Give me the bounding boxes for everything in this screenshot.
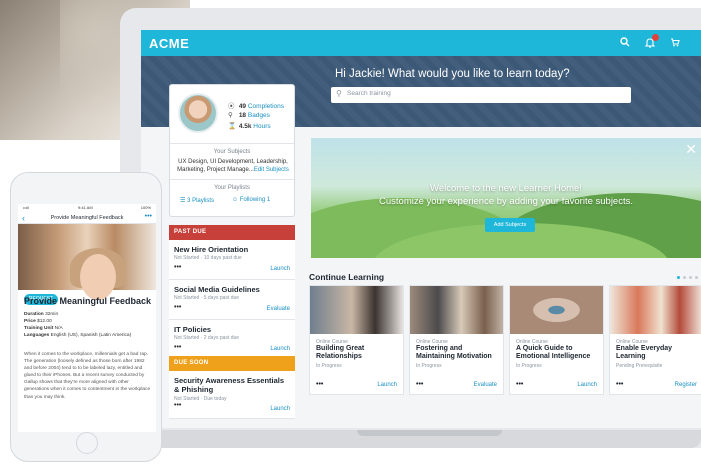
following-link[interactable]: ☺ Following 1 — [232, 197, 270, 203]
brand-logo[interactable]: ACME — [149, 36, 189, 51]
add-subjects-button[interactable]: Add Subjects — [485, 218, 535, 232]
register-button[interactable]: Register — [675, 382, 697, 388]
subjects-list: UX Design, UI Development, Leadership, M… — [177, 159, 289, 173]
past-due-item[interactable]: New Hire Orientation Not Started · 10 da… — [169, 240, 295, 280]
launch-button[interactable]: Launch — [377, 382, 397, 388]
avatar[interactable] — [178, 93, 218, 133]
pager-dot[interactable] — [689, 276, 692, 279]
more-options-icon[interactable]: ••• — [174, 402, 181, 409]
learner-home-screen: ACME Hi Jackie! What would you like to l… — [141, 30, 701, 428]
edit-subjects-link[interactable]: Edit Subjects — [254, 167, 289, 173]
past-due-header: PAST DUE — [169, 225, 295, 240]
welcome-banner: Welcome to the new Learner Home! Customi… — [311, 138, 701, 258]
top-navigation-bar: ACME — [141, 30, 701, 56]
signal-icon: •••ll — [23, 205, 29, 210]
phone-status-bar: •••ll 9:41 AM 100% — [18, 204, 156, 212]
more-options-icon[interactable]: ••• — [174, 264, 181, 271]
more-options-icon[interactable]: ••• — [616, 381, 623, 388]
more-options-icon[interactable]: ••• — [416, 381, 423, 388]
portrait-face — [80, 254, 116, 300]
launch-button[interactable]: Launch — [270, 406, 290, 412]
pager-dot[interactable] — [683, 276, 686, 279]
more-options-icon[interactable]: ••• — [174, 344, 181, 351]
search-icon[interactable] — [619, 37, 631, 49]
battery-level: 100% — [140, 205, 151, 210]
bell-icon[interactable] — [644, 34, 659, 49]
more-options-icon[interactable]: ••• — [174, 304, 181, 311]
more-options-icon[interactable]: ••• — [145, 213, 152, 220]
phone-nav-bar: ‹ Provide Meaningful Feedback ••• — [18, 212, 156, 224]
banner-subheading: Customize your experience by adding your… — [379, 196, 633, 207]
search-placeholder: Search training — [347, 90, 391, 97]
course-thumbnail — [510, 286, 603, 334]
more-options-icon[interactable]: ••• — [316, 381, 323, 388]
badge-icon: ⚲ — [228, 112, 233, 119]
evaluate-button[interactable]: Evaluate — [267, 306, 290, 312]
launch-button[interactable]: Launch — [270, 266, 290, 272]
course-hero-image: REQUEST — [18, 224, 156, 305]
launch-button[interactable]: Launch — [577, 382, 597, 388]
status-time: 9:41 AM — [78, 205, 93, 210]
course-thumbnail — [610, 286, 701, 334]
course-card[interactable]: Online Course Fostering and Maintaining … — [409, 285, 504, 395]
meta-price: Price $12.00 — [24, 319, 52, 324]
continue-learning-title: Continue Learning — [309, 272, 385, 282]
user-icon: ☺ — [232, 197, 239, 203]
due-soon-item[interactable]: Security Awareness Essentials & Phishing… — [169, 371, 295, 419]
launch-button[interactable]: Launch — [270, 346, 290, 352]
playlists-link[interactable]: ☰ 3 Playlists — [180, 197, 214, 204]
check-circle-icon: ⦿ — [228, 103, 235, 110]
past-due-item[interactable]: IT Policies Not Started · 2 days past du… — [169, 320, 295, 360]
pager-dot[interactable] — [695, 276, 698, 279]
course-thumbnail — [310, 286, 403, 334]
divider — [170, 179, 294, 180]
meta-duration: Duration 32min — [24, 312, 59, 317]
course-card[interactable]: Online Course Enable Everyday Learning P… — [609, 285, 701, 395]
stat-completions[interactable]: ⦿ 49 Completions — [228, 100, 284, 110]
hourglass-icon: ⌛ — [228, 123, 237, 130]
course-thumbnail — [410, 286, 503, 334]
subjects-title: Your Subjects — [213, 149, 251, 155]
divider — [170, 143, 294, 144]
course-card[interactable]: Online Course A Quick Guide to Emotional… — [509, 285, 604, 395]
course-description: When it comes to the workplace, millenni… — [24, 352, 151, 400]
pager-dot[interactable] — [677, 276, 680, 279]
greeting-text: Hi Jackie! What would you like to learn … — [335, 68, 570, 80]
more-options-icon[interactable]: ••• — [516, 381, 523, 388]
stat-badges[interactable]: ⚲ 18 Badges — [228, 111, 270, 119]
due-soon-header: DUE SOON — [169, 356, 295, 371]
meta-training-unit: Training Unit N/A — [24, 326, 63, 331]
course-title: Provide Meaningful Feedback — [24, 296, 152, 306]
playlists-title: Your Playlists — [214, 185, 250, 191]
phone-home-button[interactable] — [76, 432, 98, 454]
stat-hours[interactable]: ⌛ 4.5k Hours — [228, 122, 271, 130]
evaluate-button[interactable]: Evaluate — [474, 382, 497, 388]
profile-card: ⦿ 49 Completions ⚲ 18 Badges ⌛ 4.5k Hour… — [169, 84, 295, 217]
search-input[interactable]: ⚲ Search training — [331, 87, 631, 103]
banner-heading: Welcome to the new Learner Home! — [430, 183, 582, 194]
past-due-item[interactable]: Social Media Guidelines Not Started · 5 … — [169, 280, 295, 320]
laptop-notch — [357, 430, 502, 436]
list-icon: ☰ — [180, 198, 186, 204]
meta-languages: Languages English (US), Spanish (Latin A… — [24, 333, 132, 338]
course-card[interactable]: Online Course Building Great Relationshi… — [309, 285, 404, 395]
search-icon: ⚲ — [336, 89, 342, 98]
phone-nav-title: Provide Meaningful Feedback — [50, 215, 124, 221]
cart-icon[interactable] — [669, 37, 681, 49]
phone-screen: •••ll 9:41 AM 100% ‹ Provide Meaningful … — [18, 204, 156, 432]
close-icon[interactable]: ✕ — [685, 142, 697, 156]
notification-dot — [652, 34, 659, 41]
